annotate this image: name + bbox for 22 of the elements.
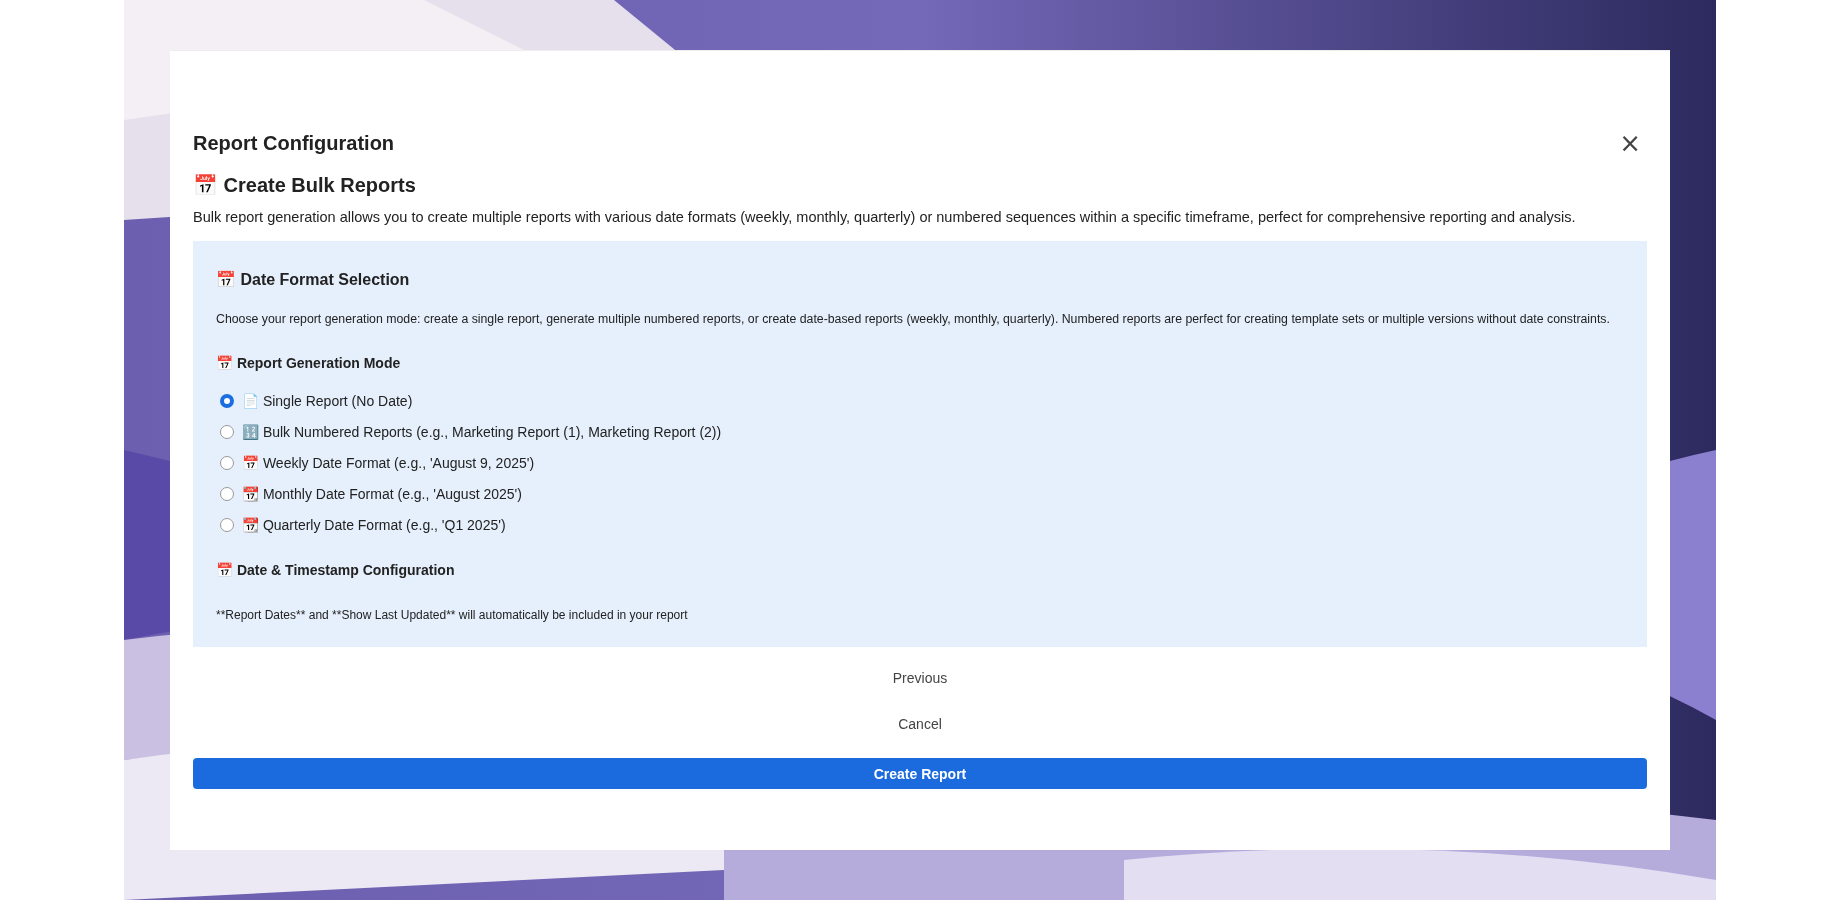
mode-label: 📅 Report Generation Mode (216, 355, 402, 371)
timestamp-label: 📅 Date & Timestamp Configuration (216, 562, 456, 578)
radio-button[interactable] (220, 393, 234, 408)
close-button[interactable]: × (1613, 131, 1647, 155)
option-label[interactable]: 📆 Quarterly Date Format (e.g., 'Q1 2025') (242, 516, 506, 533)
option-label[interactable]: 📅 Weekly Date Format (e.g., 'August 9, 2025') (242, 454, 535, 471)
description-text: Bulk report generation allows you to create multiple reports with various date formats (weekly, monthly, quarterly) or numbered sequences within a specific timeframe, perfect for comprehensive reporting and analysis. (193, 209, 1577, 225)
text-button[interactable]: Cancel (888, 707, 952, 741)
radio-button[interactable] (220, 424, 234, 439)
option-label[interactable]: 📆 Monthly Date Format (e.g., 'August 2025') (242, 485, 522, 502)
section-heading: 📅 Create Bulk Reports (193, 173, 417, 197)
radio-button[interactable] (220, 455, 234, 470)
intro-text: Choose your report generation mode: create a single report, generate multiple numbered reports, or create date-based reports (weekly, monthly, quarterly). Numbered reports are perfect for creating template sets or multiple versions without date constraints. (216, 312, 1611, 326)
radio-button[interactable] (220, 486, 234, 501)
option-label[interactable]: 📄 Single Report (No Date) (242, 392, 413, 409)
note-text: **Report Dates** and **Show Last Updated** will automatically be included in your report (216, 608, 689, 622)
panel-title: 📅 Date Format Selection (216, 270, 411, 289)
radio-button[interactable] (220, 517, 234, 532)
text-button[interactable]: Previous (882, 661, 958, 695)
option-label[interactable]: 🔢 Bulk Numbered Reports (e.g., Marketing Report (1), Marketing Report (2)) (242, 423, 722, 440)
create-report-button[interactable]: Create Report (193, 758, 1647, 789)
dialog-title: Report Configuration (193, 131, 395, 155)
